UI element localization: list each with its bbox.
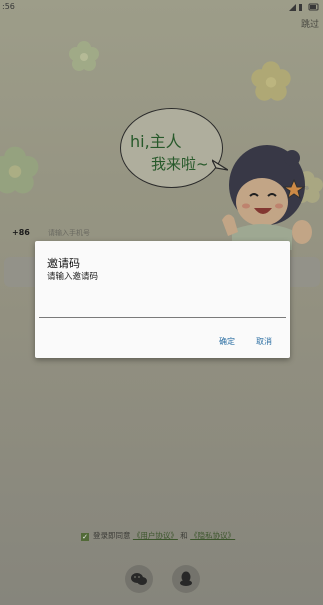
login-screen: :56 跳过 hi,主人 我来啦~ +86 请输入手机号 ✓ 登录即同意 《用户… (0, 0, 323, 605)
invite-code-dialog: 邀请码 请输入邀请码 确定 取消 (35, 241, 290, 358)
cancel-button[interactable]: 取消 (256, 336, 272, 347)
input-underline (39, 317, 286, 318)
confirm-button[interactable]: 确定 (219, 336, 235, 347)
invite-code-input[interactable]: 请输入邀请码 (47, 270, 98, 282)
dialog-title: 邀请码 (47, 257, 80, 270)
